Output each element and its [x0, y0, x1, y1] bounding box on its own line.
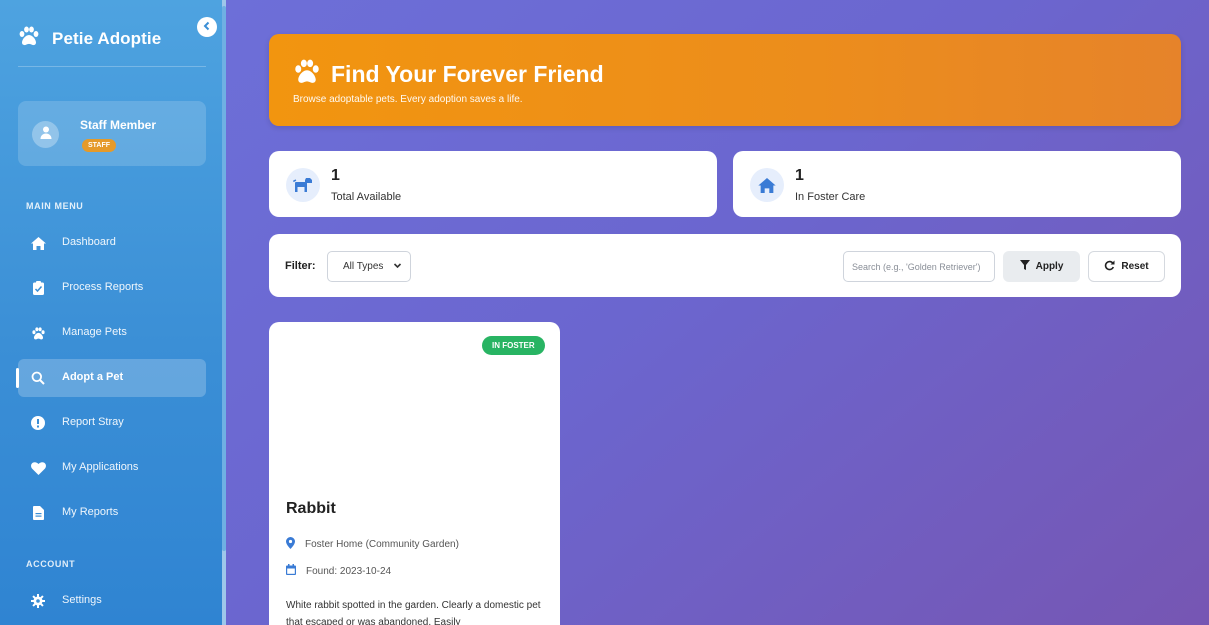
home-icon [750, 168, 784, 202]
calendar-icon [286, 564, 296, 578]
clipboard-icon [30, 280, 46, 296]
sidebar-item-label: Process Reports [62, 281, 144, 293]
main-content: Find Your Forever Friend Browse adoptabl… [226, 0, 1209, 625]
reset-button-label: Reset [1121, 261, 1149, 272]
app-name: Petie Adoptie [52, 28, 162, 48]
sidebar-item-label: My Reports [62, 506, 119, 518]
user-name: Staff Member [80, 118, 157, 132]
gear-icon [30, 593, 46, 609]
hero-title: Find Your Forever Friend [293, 59, 604, 89]
status-badge: IN FOSTER [482, 336, 545, 355]
sidebar-item-label: Manage Pets [62, 326, 127, 338]
section-label-account: ACCOUNT [26, 559, 76, 569]
stat-value: 1 [795, 167, 804, 184]
sidebar-item-settings[interactable]: Settings [18, 582, 206, 620]
refresh-icon [1104, 260, 1115, 274]
hero-title-text: Find Your Forever Friend [331, 60, 604, 87]
pet-description: White rabbit spotted in the garden. Clea… [286, 600, 541, 625]
pet-card[interactable]: IN FOSTER Rabbit Foster Home (Community … [269, 322, 560, 625]
brand[interactable]: Petie Adoptie [18, 26, 161, 51]
filter-label: Filter: [285, 260, 316, 272]
type-select[interactable]: All Types [327, 251, 411, 282]
divider [18, 66, 206, 67]
sidebar-item-label: Dashboard [62, 236, 116, 248]
sidebar-item-dashboard[interactable]: Dashboard [18, 224, 206, 262]
filter-icon [1019, 260, 1030, 273]
reset-button[interactable]: Reset [1088, 251, 1165, 282]
filter-bar: Filter: All Types Apply Reset [269, 234, 1181, 297]
hero-banner: Find Your Forever Friend Browse adoptabl… [269, 34, 1181, 126]
alert-circle-icon [30, 415, 46, 431]
stat-card-total-available: 1 Total Available [269, 151, 717, 217]
collapse-sidebar-button[interactable] [197, 17, 217, 37]
user-icon [40, 126, 52, 144]
sidebar-item-label: Settings [62, 594, 102, 606]
user-card: Staff Member STAFF [18, 101, 206, 166]
paw-icon [18, 26, 40, 51]
pet-found-date: Found: 2023-10-24 [286, 564, 391, 578]
paw-icon [30, 325, 46, 341]
home-icon [30, 235, 46, 251]
sidebar-item-report-stray[interactable]: Report Stray [18, 404, 206, 442]
dog-icon [286, 168, 320, 202]
sidebar-item-my-reports[interactable]: My Reports [18, 494, 206, 532]
stat-label: In Foster Care [795, 191, 866, 203]
apply-button[interactable]: Apply [1003, 251, 1080, 282]
avatar [32, 121, 59, 148]
active-indicator [16, 368, 19, 388]
pet-location-text: Foster Home (Community Garden) [305, 539, 459, 550]
sidebar-item-label: Adopt a Pet [62, 371, 124, 383]
sidebar: Petie Adoptie Staff Member STAFF MAIN ME… [0, 0, 222, 625]
search-icon [30, 370, 46, 386]
stat-value: 1 [331, 167, 340, 184]
stat-card-in-foster-care: 1 In Foster Care [733, 151, 1181, 217]
map-pin-icon [286, 537, 295, 552]
pet-name: Rabbit [286, 500, 336, 517]
apply-button-label: Apply [1035, 261, 1064, 272]
search-input[interactable] [843, 251, 995, 282]
pet-found-text: Found: 2023-10-24 [306, 565, 392, 577]
stat-label: Total Available [331, 191, 402, 203]
sidebar-item-manage-pets[interactable]: Manage Pets [18, 314, 206, 352]
sidebar-item-label: Report Stray [62, 416, 124, 428]
paw-icon [293, 59, 321, 89]
chevron-left-icon [202, 18, 212, 36]
type-select-value: All Types [343, 261, 384, 272]
chevron-down-icon [393, 261, 402, 273]
sidebar-item-label: My Applications [62, 461, 139, 473]
sidebar-item-adopt-a-pet[interactable]: Adopt a Pet [16, 359, 206, 397]
hero-subtitle: Browse adoptable pets. Every adoption sa… [293, 94, 523, 105]
section-label-main-menu: MAIN MENU [26, 201, 84, 211]
sidebar-item-my-applications[interactable]: My Applications [18, 449, 206, 487]
sidebar-item-process-reports[interactable]: Process Reports [18, 269, 206, 307]
file-icon [30, 505, 46, 521]
pet-location: Foster Home (Community Garden) [286, 537, 459, 552]
heart-icon [30, 460, 46, 476]
role-badge: STAFF [82, 139, 117, 152]
